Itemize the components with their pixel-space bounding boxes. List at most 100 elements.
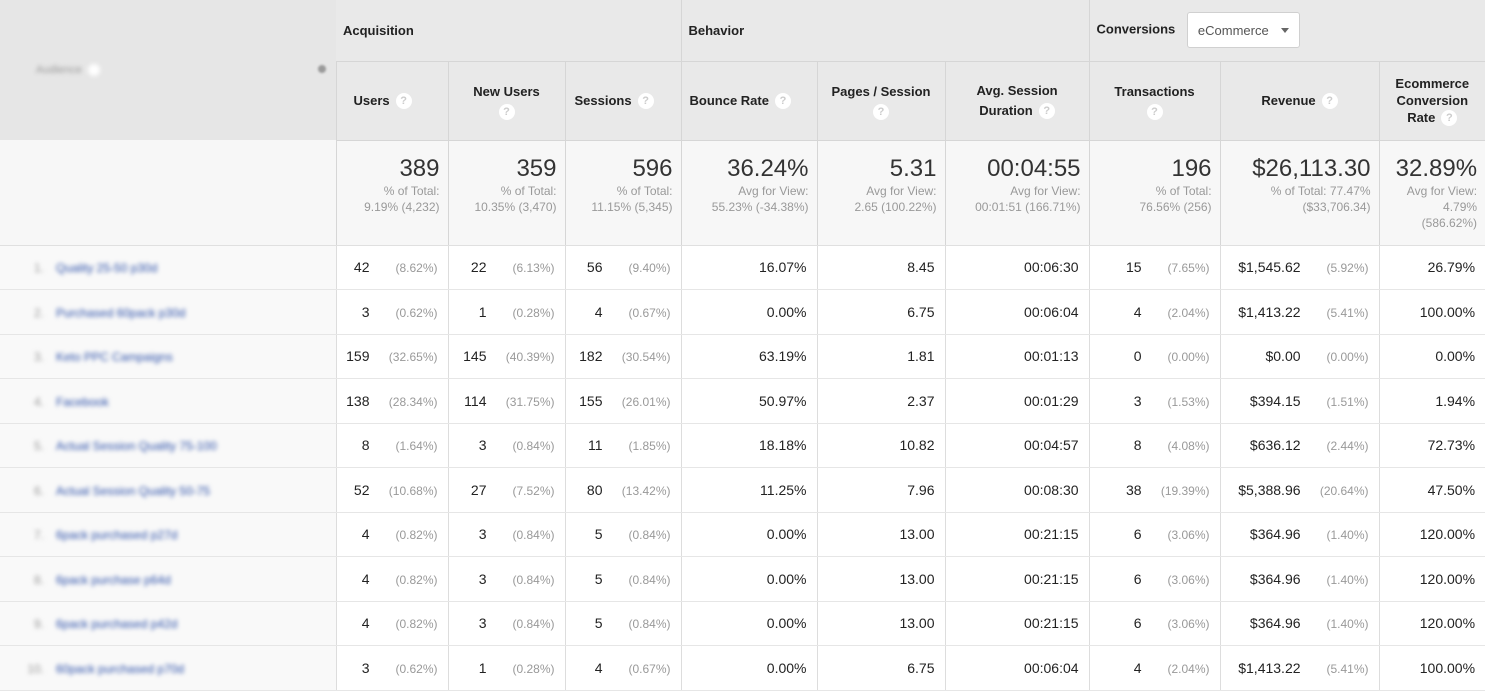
- audience-link[interactable]: Quality 25-50 p30d: [56, 261, 157, 275]
- revenue-value: $394.15: [1249, 392, 1301, 409]
- audience-cell: 7. 6pack purchased p27d: [0, 512, 336, 557]
- new-users-pct: (40.39%): [505, 350, 555, 365]
- transactions-cell: 4 (2.04%): [1088, 645, 1221, 691]
- revenue-cell: $364.96 (1.40%): [1219, 556, 1380, 602]
- ecommerce-conversion-rate-cell: 26.79%: [1378, 245, 1485, 290]
- audience-header[interactable]: Audience: [0, 0, 336, 140]
- conversions-dropdown[interactable]: eCommerce: [1186, 12, 1300, 49]
- report-table: Audience Acquisition Behavior Conversion…: [0, 0, 1485, 691]
- bounce-rate-cell: 0.00%: [680, 289, 817, 335]
- help-icon[interactable]: ?: [1441, 110, 1458, 127]
- bounce-rate-cell: 0.00%: [680, 512, 817, 557]
- col-sessions[interactable]: Sessions?: [564, 61, 681, 141]
- users-pct: (28.34%): [388, 394, 438, 409]
- row-number: 6.: [33, 483, 44, 498]
- transactions-pct: (4.08%): [1167, 439, 1210, 454]
- users-cell: 3 (0.62%): [335, 645, 448, 691]
- help-icon[interactable]: ?: [637, 93, 654, 110]
- users-pct: (1.64%): [395, 439, 438, 454]
- transactions-cell: 6 (3.06%): [1088, 601, 1221, 646]
- audience-link[interactable]: Actual Session Quality 50-75: [56, 484, 210, 498]
- col-bounce-rate[interactable]: Bounce Rate?: [680, 61, 817, 141]
- users-value: 4: [361, 615, 370, 632]
- users-value: 42: [353, 259, 370, 276]
- sessions-value: 155: [579, 392, 603, 409]
- new-users-value: 3: [478, 437, 487, 454]
- summary-avg-session-duration: 00:04:55 Avg for View: 00:01:51 (166.71%): [944, 140, 1090, 246]
- summary-new-users: 359% of Total: 10.35% (3,470): [447, 140, 565, 246]
- col-revenue[interactable]: Revenue?: [1219, 61, 1380, 141]
- col-ecommerce-conversion-rate[interactable]: Ecommerce Conversion Rate?: [1378, 61, 1485, 141]
- audience-cell: 1. Quality 25-50 p30d: [0, 245, 336, 290]
- pages-session-cell: 10.82: [816, 423, 945, 468]
- audience-cell: 4. Facebook: [0, 378, 336, 424]
- new-users-cell: 145 (40.39%): [447, 334, 565, 379]
- pages-session-cell: 7.96: [816, 467, 945, 513]
- sessions-pct: (0.84%): [628, 528, 671, 543]
- sessions-cell: 4 (0.67%): [564, 645, 681, 691]
- summary-revenue: $26,113.30% of Total: 77.47% ($33,706.34): [1219, 140, 1380, 246]
- ecommerce-conversion-rate-cell: 100.00%: [1378, 289, 1485, 335]
- avg-session-duration-cell: 00:04:57: [944, 423, 1090, 468]
- transactions-pct: (0.00%): [1167, 350, 1210, 365]
- sort-icon[interactable]: [318, 65, 326, 73]
- audience-link[interactable]: 60pack purchased p70d: [56, 662, 184, 676]
- help-icon[interactable]: ?: [395, 93, 412, 110]
- col-transactions[interactable]: Transactions?: [1088, 61, 1221, 141]
- new-users-pct: (0.84%): [512, 572, 555, 587]
- new-users-pct: (0.28%): [512, 305, 555, 320]
- help-icon[interactable]: ?: [1146, 103, 1163, 120]
- audience-link[interactable]: 6pack purchased p27d: [56, 528, 177, 542]
- bounce-rate-cell: 0.00%: [680, 601, 817, 646]
- audience-link[interactable]: 6pack purchase p64d: [56, 573, 171, 587]
- summary-ecommerce-conversion-rate: 32.89% Avg for View: 4.79% (586.62%): [1378, 140, 1485, 246]
- new-users-cell: 3 (0.84%): [447, 512, 565, 557]
- help-icon[interactable]: ?: [873, 103, 889, 120]
- audience-link[interactable]: 6pack purchased p42d: [56, 617, 177, 631]
- audience-link[interactable]: Keto PPC Campaigns: [56, 350, 173, 364]
- avg-session-duration-cell: 00:01:29: [944, 378, 1090, 424]
- row-number: 2.: [33, 305, 44, 320]
- help-icon[interactable]: ?: [774, 93, 791, 110]
- pages-session-cell: 13.00: [816, 512, 945, 557]
- row-number: 10.: [27, 661, 44, 676]
- new-users-cell: 3 (0.84%): [447, 601, 565, 646]
- bounce-rate-cell: 0.00%: [680, 556, 817, 602]
- table-row: 5. Actual Session Quality 75-100 8 (1.64%)…: [0, 423, 1485, 468]
- new-users-cell: 1 (0.28%): [447, 289, 565, 335]
- audience-link[interactable]: Facebook: [56, 395, 109, 409]
- new-users-value: 3: [478, 526, 487, 543]
- new-users-pct: (0.84%): [512, 528, 555, 543]
- conversions-label: Conversions: [1096, 21, 1176, 37]
- users-pct: (0.82%): [395, 528, 438, 543]
- col-new-users[interactable]: New Users?: [447, 61, 565, 141]
- transactions-value: 4: [1133, 659, 1142, 676]
- help-icon[interactable]: ?: [1038, 103, 1055, 120]
- new-users-pct: (0.84%): [512, 617, 555, 632]
- revenue-cell: $1,413.22 (5.41%): [1219, 289, 1380, 335]
- users-pct: (8.62%): [395, 261, 438, 276]
- ecommerce-conversion-rate-cell: 100.00%: [1378, 645, 1485, 691]
- help-icon[interactable]: ?: [1321, 93, 1338, 110]
- conversions-dropdown-value: eCommerce: [1197, 22, 1269, 38]
- revenue-pct: (5.41%): [1326, 305, 1369, 320]
- summary-transactions: 196% of Total: 76.56% (256): [1088, 140, 1221, 246]
- table-row: 2. Purchased 60pack p30d 3 (0.62%) 1 (0.28%…: [0, 289, 1485, 335]
- revenue-pct: (20.64%): [1319, 483, 1369, 498]
- summary-bounce-rate: 36.24% Avg for View: 55.23% (-34.38%): [680, 140, 817, 246]
- pages-session-cell: 6.75: [816, 289, 945, 335]
- revenue-cell: $0.00 (0.00%): [1219, 334, 1380, 379]
- avg-session-duration-cell: 00:21:15: [944, 556, 1090, 602]
- col-avg-session-duration[interactable]: Avg. Session Duration?: [944, 61, 1090, 141]
- help-icon[interactable]: ?: [498, 103, 515, 120]
- new-users-pct: (31.75%): [505, 394, 555, 409]
- audience-link[interactable]: Actual Session Quality 75-100: [56, 439, 217, 453]
- col-pages-session[interactable]: Pages / Session?: [816, 61, 945, 141]
- new-users-value: 3: [478, 615, 487, 632]
- transactions-pct: (19.39%): [1160, 483, 1210, 498]
- col-users[interactable]: Users?: [335, 61, 448, 141]
- new-users-pct: (0.84%): [512, 439, 555, 454]
- new-users-pct: (7.52%): [512, 483, 555, 498]
- audience-link[interactable]: Purchased 60pack p30d: [56, 306, 185, 320]
- bounce-rate-cell: 16.07%: [680, 245, 817, 290]
